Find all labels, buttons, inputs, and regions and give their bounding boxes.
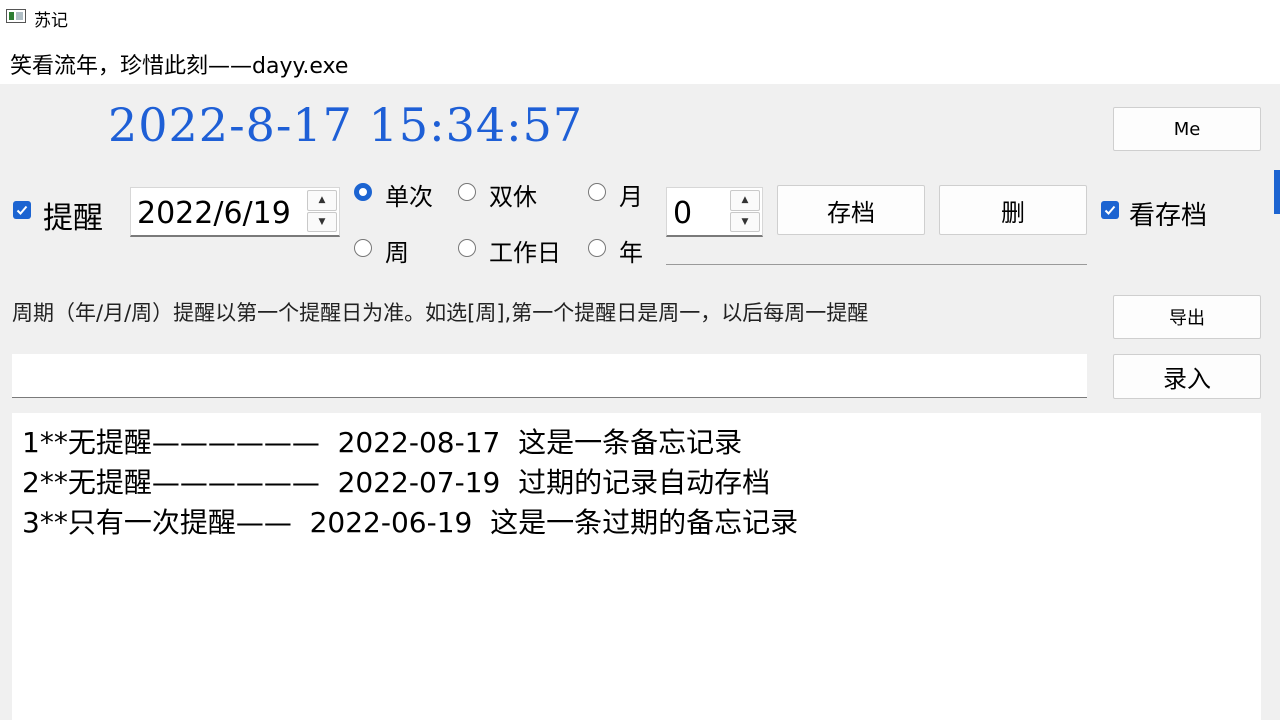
- reminder-date-input[interactable]: 2022/6/19 ▲ ▼: [130, 187, 340, 237]
- me-button[interactable]: Me: [1113, 107, 1261, 151]
- list-item[interactable]: 2**无提醒—————— 2022-07-19 过期的记录自动存档: [22, 463, 798, 503]
- radio-workday[interactable]: [458, 239, 476, 257]
- app-icon: [6, 9, 26, 23]
- divider-line: [666, 264, 1087, 265]
- save-button[interactable]: 存档: [777, 185, 925, 235]
- list-item[interactable]: 1**无提醒—————— 2022-08-17 这是一条备忘记录: [22, 423, 798, 463]
- count-up-arrow-icon[interactable]: ▲: [730, 190, 760, 211]
- check-icon: [1104, 205, 1116, 215]
- radio-once-label: 单次: [385, 183, 433, 211]
- reminder-label: 提醒: [43, 201, 103, 236]
- radio-year[interactable]: [588, 239, 606, 257]
- records-list[interactable]: 1**无提醒—————— 2022-08-17 这是一条备忘记录 2**无提醒—…: [12, 413, 1261, 720]
- date-down-arrow-icon[interactable]: ▼: [307, 211, 337, 232]
- datetime-clock: 2022-8-17 15:34:57: [108, 98, 584, 152]
- view-archive-checkbox[interactable]: [1101, 201, 1119, 219]
- radio-once[interactable]: [354, 183, 372, 201]
- count-value: 0: [673, 196, 693, 231]
- radio-year-label: 年: [619, 239, 643, 267]
- window-title: 苏记: [34, 11, 68, 31]
- date-up-arrow-icon[interactable]: ▲: [307, 190, 337, 211]
- reminder-checkbox[interactable]: [13, 201, 31, 219]
- radio-week[interactable]: [354, 239, 372, 257]
- radio-week-label: 周: [385, 239, 409, 267]
- delete-button[interactable]: 删: [939, 185, 1087, 235]
- list-item[interactable]: 3**只有一次提醒—— 2022-06-19 这是一条过期的备忘记录: [22, 503, 798, 543]
- reminder-date-value: 2022/6/19: [137, 196, 291, 231]
- view-archive-label: 看存档: [1129, 201, 1208, 231]
- enter-button[interactable]: 录入: [1113, 354, 1261, 399]
- count-down-arrow-icon[interactable]: ▼: [730, 211, 760, 232]
- radio-month[interactable]: [588, 183, 606, 201]
- menu-label[interactable]: 笑看流年，珍惜此刻——dayy.exe: [10, 48, 348, 80]
- export-button[interactable]: 导出: [1113, 295, 1261, 339]
- title-bar: [0, 0, 1280, 34]
- radio-weekend-label: 双休: [489, 183, 537, 211]
- radio-weekend[interactable]: [458, 183, 476, 201]
- check-icon: [16, 205, 28, 215]
- radio-workday-label: 工作日: [489, 239, 561, 267]
- entry-input[interactable]: [12, 354, 1087, 398]
- count-spinbox[interactable]: 0 ▲ ▼: [666, 187, 763, 237]
- radio-month-label: 月: [619, 183, 643, 211]
- hint-text: 周期（年/月/周）提醒以第一个提醒日为准。如选[周],第一个提醒日是周一，以后每…: [12, 301, 869, 325]
- scrollbar-indicator[interactable]: [1274, 170, 1280, 214]
